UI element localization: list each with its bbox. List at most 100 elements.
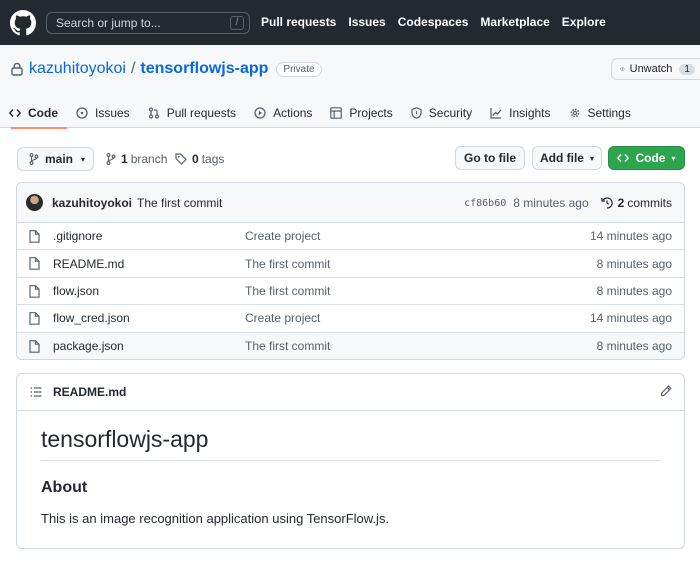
file-commit-time: 14 minutes ago	[589, 311, 672, 326]
chevron-down-icon: ▾	[589, 153, 594, 163]
tag-count-label: tags	[201, 152, 225, 166]
github-logo-icon[interactable]	[10, 10, 36, 36]
file-row[interactable]: package.json The first commit 8 minutes …	[17, 332, 684, 359]
file-name-link[interactable]: flow_cred.json	[53, 311, 130, 325]
file-commit-time: 8 minutes ago	[596, 256, 672, 271]
tab-pull-requests[interactable]: Pull requests	[139, 98, 245, 128]
add-file-button[interactable]: Add file ▾	[532, 146, 602, 170]
nav-pull-requests[interactable]: Pull requests	[261, 15, 336, 29]
readme-text: This is an image recognition application…	[41, 511, 390, 526]
file-row[interactable]: flow.json The first commit 8 minutes ago	[17, 278, 684, 306]
branch-count: 1	[121, 152, 128, 166]
nav-explore[interactable]: Explore	[562, 15, 606, 29]
file-icon	[29, 257, 40, 271]
tab-actions-label: Actions	[273, 106, 313, 120]
tab-projects[interactable]: Projects	[321, 98, 401, 128]
file-commit-time: 8 minutes ago	[596, 283, 672, 298]
commit-time: 8 minutes ago	[513, 196, 589, 210]
file-name-link[interactable]: flow.json	[53, 284, 99, 298]
go-to-file-label: Go to file	[464, 151, 516, 165]
readme-panel: README.md tensorflowjs-app About This is…	[16, 373, 685, 549]
tab-insights-label: Insights	[509, 106, 551, 120]
repo-owner-link[interactable]: kazuhitoyokoi	[29, 60, 126, 78]
file-name-link[interactable]: package.json	[53, 339, 124, 353]
commits-history-link[interactable]: 2 commits	[601, 196, 672, 210]
branch-count-label: branch	[130, 152, 168, 166]
code-button[interactable]: Code ▾	[608, 146, 685, 170]
code-button-label: Code	[635, 151, 666, 165]
commit-meta: cf86b60 8 minutes ago 2 commits	[464, 196, 672, 210]
repo-tabs: Code Issues Pull requests Actions Projec…	[0, 98, 640, 129]
tab-code[interactable]: Code	[0, 98, 67, 129]
lock-icon	[11, 62, 23, 76]
tab-pull-requests-label: Pull requests	[166, 106, 237, 120]
file-name-link[interactable]: .gitignore	[53, 229, 102, 243]
nav-marketplace[interactable]: Marketplace	[480, 15, 549, 29]
file-name-link[interactable]: README.md	[53, 257, 124, 271]
file-commit-message-link[interactable]: The first commit	[245, 257, 330, 271]
nav-codespaces[interactable]: Codespaces	[398, 15, 469, 29]
tab-code-label: Code	[28, 106, 58, 120]
branch-icon	[29, 153, 39, 165]
search-input[interactable]: Search or jump to... /	[46, 12, 250, 34]
code-icon	[9, 109, 21, 117]
latest-commit-row: kazuhitoyokoi The first commit cf86b60 8…	[17, 183, 684, 223]
go-to-file-button[interactable]: Go to file	[455, 146, 525, 170]
commit-author-link[interactable]: kazuhitoyokoi	[52, 196, 132, 210]
branch-icon	[106, 153, 116, 165]
file-commit-message-link[interactable]: The first commit	[245, 339, 330, 353]
tag-icon	[175, 153, 187, 165]
tags-link[interactable]: 0 tags	[175, 152, 224, 166]
global-header: Search or jump to... / Pull requests Iss…	[0, 0, 700, 45]
nav-issues[interactable]: Issues	[348, 15, 385, 29]
commits-label: commits	[627, 196, 672, 210]
pencil-icon[interactable]	[660, 385, 672, 397]
file-icon	[29, 312, 40, 325]
file-row[interactable]: .gitignore Create project 14 minutes ago	[17, 223, 684, 251]
file-commit-message-link[interactable]: The first commit	[245, 284, 330, 298]
branches-link[interactable]: 1 branch	[106, 152, 167, 166]
search-shortcut-key: /	[230, 16, 244, 30]
unwatch-button[interactable]: Unwatch 1 ▾	[611, 58, 700, 80]
file-row[interactable]: flow_cred.json Create project 14 minutes…	[17, 305, 684, 333]
tab-insights[interactable]: Insights	[481, 98, 559, 128]
play-icon	[254, 107, 266, 119]
tab-security[interactable]: Security	[402, 98, 481, 128]
readme-title: tensorflowjs-app	[41, 426, 661, 461]
eye-icon	[620, 67, 625, 71]
readme-filename: README.md	[53, 385, 127, 399]
commit-message-link[interactable]: The first commit	[137, 196, 222, 210]
pull-request-icon	[148, 107, 159, 119]
list-icon[interactable]	[30, 387, 42, 397]
avatar[interactable]	[26, 194, 43, 211]
readme-header: README.md	[17, 374, 684, 411]
tab-actions[interactable]: Actions	[245, 98, 321, 128]
repo-title: kazuhitoyokoi / tensorflowjs-app Private	[11, 60, 322, 78]
file-row[interactable]: README.md The first commit 8 minutes ago	[17, 250, 684, 278]
shield-icon	[411, 107, 422, 119]
file-commit-message-link[interactable]: Create project	[245, 229, 320, 243]
file-icon	[29, 339, 40, 353]
file-list: kazuhitoyokoi The first commit cf86b60 8…	[16, 182, 685, 360]
commits-count: 2	[617, 196, 625, 210]
table-icon	[330, 107, 343, 119]
repo-header: kazuhitoyokoi / tensorflowjs-app Private…	[0, 45, 700, 129]
file-commit-message-link[interactable]: Create project	[245, 311, 320, 325]
tab-settings[interactable]: Settings	[560, 98, 640, 128]
commit-sha-link[interactable]: cf86b60	[464, 198, 506, 209]
tab-issues-label: Issues	[95, 106, 130, 120]
branch-selector[interactable]: main ▾	[17, 147, 94, 171]
search-placeholder: Search or jump to...	[56, 16, 161, 30]
unwatch-label: Unwatch	[629, 63, 673, 75]
repo-name-link[interactable]: tensorflowjs-app	[140, 60, 268, 78]
file-icon	[29, 230, 40, 243]
file-commit-time: 14 minutes ago	[589, 229, 672, 244]
tab-issues[interactable]: Issues	[67, 98, 139, 128]
history-icon	[601, 197, 613, 209]
issue-icon	[76, 107, 88, 119]
readme-heading: About	[41, 479, 88, 496]
tab-settings-label: Settings	[587, 106, 631, 120]
add-file-label: Add file	[539, 151, 584, 165]
visibility-badge: Private	[276, 61, 322, 77]
file-icon	[29, 284, 40, 298]
